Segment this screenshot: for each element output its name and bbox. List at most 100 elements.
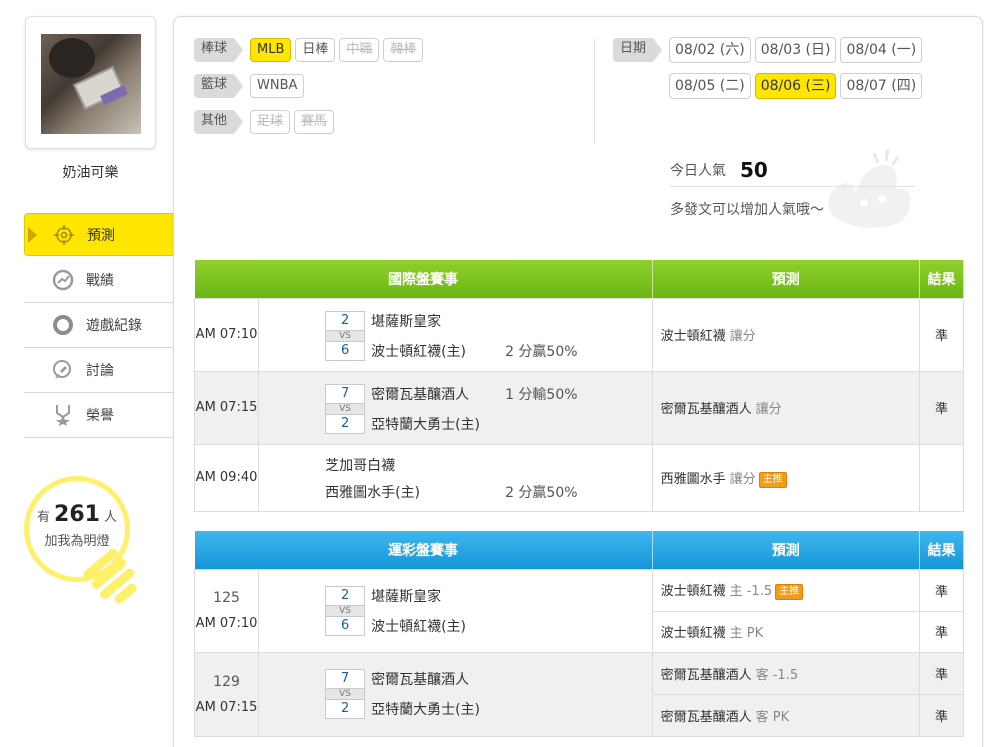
score-box: 7 VS 2 [325, 383, 366, 434]
fans-bulb[interactable]: 有 261 人 加我為明燈 [24, 476, 139, 616]
vs-label: VS [325, 330, 366, 341]
sidebar-item-game-log[interactable]: 遊戲紀錄 [24, 303, 174, 348]
sidebar-nav: 預測 戰績 遊戲紀錄 討論 榮譽 [24, 213, 193, 438]
game-number: 125 [213, 590, 240, 606]
match-cell[interactable]: 2 VS 6 堪薩斯皇家 波士頓紅襪(主) [258, 568, 653, 653]
table-row: 129 AM 07:15 7 VS 2 密爾瓦基釀酒人 亞特蘭大勇士(主) 密爾… [193, 651, 965, 737]
date-0803[interactable]: 08/03 (日) [754, 37, 837, 63]
pred-type: 主 -1.5 [729, 584, 773, 599]
prediction-cell[interactable]: 密爾瓦基釀酒人客 PK [651, 693, 920, 737]
date-0802[interactable]: 08/02 (六) [669, 37, 751, 63]
popularity-hint: 多發文可以增加人氣哦～ [670, 202, 824, 218]
username[interactable]: 奶油可樂 [25, 162, 156, 182]
filter-divider [594, 39, 595, 144]
honor-icon [52, 404, 74, 426]
match-cell[interactable]: 7 VS 2 密爾瓦基釀酒人 亞特蘭大勇士(主) [258, 651, 653, 737]
avatar[interactable] [41, 34, 141, 134]
sidebar-item-label: 榮譽 [86, 408, 114, 424]
sidebar-item-honor[interactable]: 榮譽 [24, 393, 174, 438]
chip-npb[interactable]: 日棒 [295, 38, 336, 62]
pred-team: 波士頓紅襪 [660, 626, 726, 641]
home-team: 亞特蘭大勇士(主) [371, 416, 481, 433]
result-cell [918, 443, 965, 512]
date-0805[interactable]: 08/05 (二) [669, 73, 751, 99]
score-box: 2 VS 6 [325, 585, 366, 636]
handicap-odds: 2 分贏50% [505, 484, 578, 501]
game-time: AM 07:10 [193, 297, 260, 372]
chart-icon [52, 269, 74, 291]
filter-other: 其他 足球 賽馬 [194, 110, 338, 134]
fans-prefix: 有 [37, 510, 51, 525]
home-team: 波士頓紅襪(主) [371, 618, 467, 635]
prediction-cell[interactable]: 密爾瓦基釀酒人客 -1.5 [651, 651, 920, 695]
away-team: 密爾瓦基釀酒人 [371, 386, 470, 403]
home-score: 2 [325, 699, 366, 719]
pred-team: 密爾瓦基釀酒人 [660, 402, 752, 417]
away-team: 芝加哥白襪 [325, 457, 396, 474]
game-time: AM 07:15 [193, 370, 260, 445]
date-0807[interactable]: 08/07 (四) [840, 73, 923, 99]
pred-type: 客 -1.5 [755, 667, 799, 683]
home-team: 西雅圖水手(主) [325, 484, 421, 501]
pred-team: 西雅圖水手 [660, 471, 726, 487]
popularity-value: 50 [740, 157, 768, 182]
chip-mlb[interactable]: MLB [250, 38, 292, 62]
intl-table-header: 國際盤賽事 預測 結果 [194, 260, 965, 298]
game-number: 129 [213, 673, 240, 690]
home-score: 2 [325, 413, 366, 434]
pred-team: 波士頓紅襪 [660, 329, 726, 344]
match-cell[interactable]: 芝加哥白襪 西雅圖水手(主) 2 分贏50% [258, 443, 653, 512]
filter-label-baseball: 棒球 [194, 38, 244, 62]
sidebar-item-record[interactable]: 戰績 [24, 258, 174, 303]
main-panel: 棒球 MLB 日棒 中職 韓棒 籃球 WNBA 其他 足球 賽馬 日期 08/0… [173, 16, 983, 747]
pred-team: 密爾瓦基釀酒人 [660, 667, 752, 683]
match-cell[interactable]: 2 VS 6 堪薩斯皇家 波士頓紅襪(主) 2 分贏50% [258, 297, 653, 372]
popularity-line: 今日人氣 50 [670, 153, 915, 187]
prediction-cell[interactable]: 波士頓紅襪主 PK [651, 610, 920, 653]
prediction-cell[interactable]: 波士頓紅襪主 -1.5 主推 [651, 568, 920, 612]
game-time-cell: 125 AM 07:10 [193, 568, 260, 653]
popularity-box: 今日人氣 50 多發文可以增加人氣哦～ [670, 153, 915, 219]
result-cell: 準 [918, 370, 965, 445]
sidebar-item-label: 遊戲紀錄 [86, 318, 142, 334]
match-cell[interactable]: 7 VS 2 密爾瓦基釀酒人 亞特蘭大勇士(主) 1 分輸50% [258, 370, 653, 445]
record-icon [52, 314, 74, 336]
avatar-cat-shape [49, 38, 95, 78]
date-label: 日期 [613, 38, 663, 62]
table-row: AM 07:10 2 VS 6 堪薩斯皇家 波士頓紅襪(主) 2 分贏50% 波… [193, 297, 965, 372]
date-0806[interactable]: 08/06 (三) [754, 73, 837, 99]
featured-badge: 主推 [775, 584, 804, 600]
score-box: 2 VS 6 [325, 310, 366, 361]
handicap-odds: 2 分贏50% [505, 343, 578, 360]
prediction-cell[interactable]: 波士頓紅襪 讓分 [651, 297, 920, 372]
sports-header-event: 運彩盤賽事 [194, 531, 653, 569]
date-row-2: 08/05 (二) 08/06 (三) 08/07 (四) [669, 73, 926, 99]
pred-type: 客 PK [755, 709, 790, 725]
away-score: 2 [325, 310, 366, 331]
table-row: AM 09:40 芝加哥白襪 西雅圖水手(主) 2 分贏50% 西雅圖水手 讓分主… [193, 443, 965, 512]
home-score: 6 [325, 615, 366, 636]
sidebar-item-discuss[interactable]: 討論 [24, 348, 174, 393]
prediction-cell[interactable]: 西雅圖水手 讓分 主推 [651, 443, 920, 512]
sidebar-item-label: 戰績 [86, 273, 114, 289]
away-team: 密爾瓦基釀酒人 [371, 672, 470, 688]
discuss-icon [52, 359, 74, 381]
result-cell: 準 [918, 651, 965, 695]
prediction-cell[interactable]: 密爾瓦基釀酒人 讓分 [651, 370, 920, 445]
popularity-label: 今日人氣 [670, 162, 726, 179]
sports-header-prediction: 預測 [652, 531, 920, 569]
avatar-card[interactable] [25, 16, 156, 149]
vs-label: VS [325, 689, 366, 699]
chip-wnba[interactable]: WNBA [250, 74, 305, 98]
sports-table-header: 運彩盤賽事 預測 結果 [194, 531, 965, 569]
score-box: 7 VS 2 [325, 669, 366, 719]
home-team: 亞特蘭大勇士(主) [371, 702, 481, 718]
result-cell: 準 [918, 568, 965, 612]
date-0804[interactable]: 08/04 (一) [840, 37, 923, 63]
sidebar-item-label: 討論 [86, 363, 114, 379]
result-cell: 準 [918, 610, 965, 653]
vs-label: VS [325, 605, 366, 616]
sports-table: 運彩盤賽事 預測 結果 125 AM 07:10 2 VS 6 堪薩斯皇家 波士… [193, 531, 965, 737]
sidebar-item-predict[interactable]: 預測 [24, 213, 193, 256]
featured-badge: 主推 [758, 471, 787, 488]
